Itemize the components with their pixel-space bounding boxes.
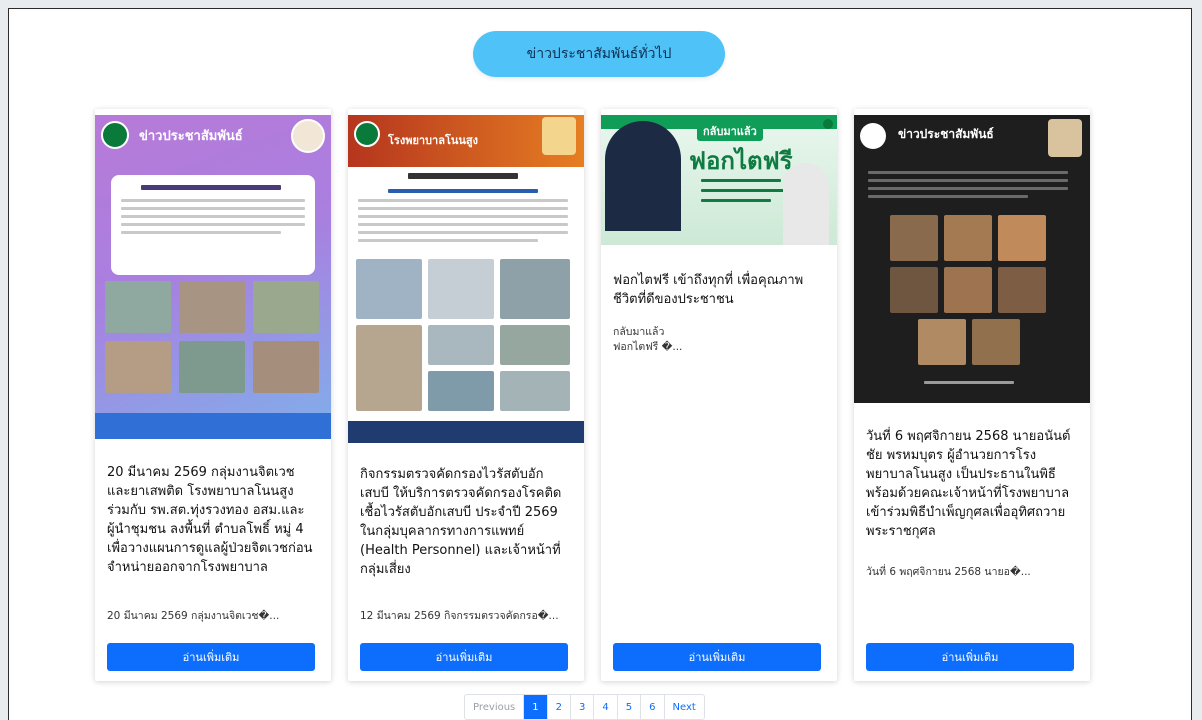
person-image xyxy=(605,121,681,231)
pagination-page-3[interactable]: 3 xyxy=(571,695,595,719)
news-card[interactable]: โรงพยาบาลโนนสูง กิจกรรมตรวจคัดกรองไวรัสต… xyxy=(348,109,584,681)
photo xyxy=(918,319,966,365)
poster-heading: โรงพยาบาลโนนสูง xyxy=(388,134,478,147)
pagination-page-2[interactable]: 2 xyxy=(548,695,572,719)
photo xyxy=(998,215,1046,261)
pagination: Previous 1 2 3 4 5 6 Next xyxy=(464,694,705,720)
news-card-meta: กลับมาแล้ว ฟอกไตฟรี �... xyxy=(613,326,683,353)
photo xyxy=(890,215,938,261)
avatar xyxy=(542,117,576,155)
photo xyxy=(356,325,422,411)
news-card-image[interactable]: ข่าวประชาสัมพันธ์ xyxy=(95,115,331,439)
news-card-title[interactable]: กิจกรรมตรวจคัดกรองไวรัสตับอักเสบบี ให้บร… xyxy=(360,465,572,579)
avatar xyxy=(291,119,325,153)
news-card[interactable]: กลับมาแล้ว ฟอกไตฟรี ฟอกไตฟรี เข้าถึงทุกท… xyxy=(601,109,837,681)
photo xyxy=(944,215,992,261)
logo-icon xyxy=(823,119,833,129)
news-card-meta: 20 มีนาคม 2569 กลุ่มงานจิตเวช�... xyxy=(107,610,280,622)
pagination-next[interactable]: Next xyxy=(665,695,704,719)
photo xyxy=(998,267,1046,313)
avatar xyxy=(1048,119,1082,157)
pagination-page-5[interactable]: 5 xyxy=(618,695,642,719)
news-card-title[interactable]: 20 มีนาคม 2569 กลุ่มงานจิตเวช และยาเสพติ… xyxy=(107,463,319,577)
photo xyxy=(253,281,319,333)
photo xyxy=(428,325,494,365)
news-card-meta: วันที่ 6 พฤศจิกายน 2568 นายอ�... xyxy=(866,566,1031,578)
photo xyxy=(500,371,570,411)
read-more-button[interactable]: อ่านเพิ่มเติม xyxy=(613,643,821,671)
page-frame: ข่าวประชาสัมพันธ์ทั่วไป ข่าวประชาสัมพันธ… xyxy=(8,8,1192,720)
section-title-pill[interactable]: ข่าวประชาสัมพันธ์ทั่วไป xyxy=(473,31,725,77)
pagination-previous[interactable]: Previous xyxy=(465,695,525,719)
news-card-title[interactable]: วันที่ 6 พฤศจิกายน 2568 นายอนันต์ชัย พรห… xyxy=(866,427,1078,541)
news-card[interactable]: ข่าวประชาสัมพันธ์ วันที่ 6 พฤศจิกายน 256… xyxy=(854,109,1090,681)
poster-footer xyxy=(95,413,331,439)
news-card-image[interactable]: กลับมาแล้ว ฟอกไตฟรี xyxy=(601,115,837,245)
poster-heading: ข่าวประชาสัมพันธ์ xyxy=(898,127,994,141)
section-title: ข่าวประชาสัมพันธ์ทั่วไป xyxy=(526,46,672,62)
photo xyxy=(500,259,570,319)
photo xyxy=(944,267,992,313)
photo xyxy=(428,371,494,411)
poster-kicker: กลับมาแล้ว xyxy=(697,121,763,141)
poster-textbox xyxy=(111,175,315,275)
news-card[interactable]: ข่าวประชาสัมพันธ์ 20 มีนาคม 2569 กลุ่มงา… xyxy=(95,109,331,681)
photo xyxy=(105,281,171,333)
logo-icon xyxy=(354,121,380,147)
pagination-page-4[interactable]: 4 xyxy=(594,695,618,719)
poster-heading: ฟอกไตฟรี xyxy=(689,147,793,175)
photo xyxy=(356,259,422,319)
photo xyxy=(972,319,1020,365)
news-card-title[interactable]: ฟอกไตฟรี เข้าถึงทุกที่ เพื่อคุณภาพชีวิตท… xyxy=(613,271,825,309)
person-image xyxy=(783,163,829,245)
photo xyxy=(105,341,171,393)
photo xyxy=(500,325,570,365)
photo xyxy=(179,341,245,393)
pagination-page-6[interactable]: 6 xyxy=(641,695,665,719)
read-more-button[interactable]: อ่านเพิ่มเติม xyxy=(107,643,315,671)
photo xyxy=(179,281,245,333)
news-card-meta: 12 มีนาคม 2569 กิจกรรมตรวจคัดกรอ�... xyxy=(360,610,559,622)
logo-icon xyxy=(101,121,129,149)
photo xyxy=(890,267,938,313)
photo xyxy=(428,259,494,319)
logo-icon xyxy=(860,123,886,149)
poster-heading: ข่าวประชาสัมพันธ์ xyxy=(139,129,243,144)
photo xyxy=(253,341,319,393)
read-more-button[interactable]: อ่านเพิ่มเติม xyxy=(360,643,568,671)
news-card-image[interactable]: โรงพยาบาลโนนสูง xyxy=(348,115,584,443)
news-card-image[interactable]: ข่าวประชาสัมพันธ์ xyxy=(854,115,1090,403)
poster-footer xyxy=(348,421,584,443)
read-more-button[interactable]: อ่านเพิ่มเติม xyxy=(866,643,1074,671)
pagination-page-1[interactable]: 1 xyxy=(524,695,548,719)
